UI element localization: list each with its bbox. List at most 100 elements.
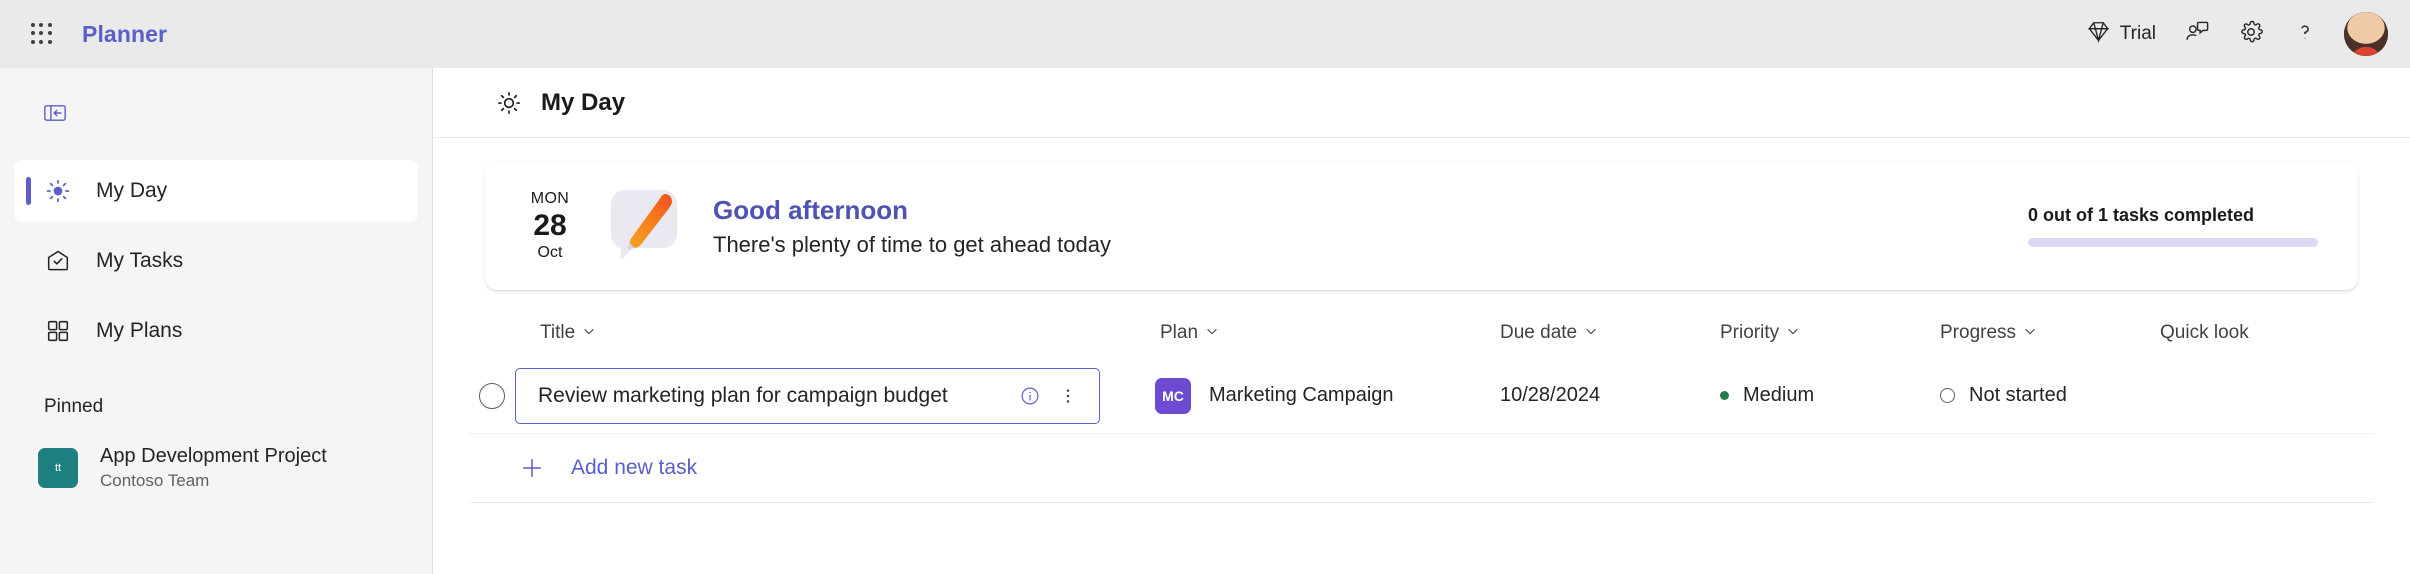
collapse-sidebar-button[interactable] — [28, 88, 82, 142]
table-row[interactable]: Review marketing plan for campaign budge… — [469, 358, 2374, 434]
column-header-label: Due date — [1500, 322, 1578, 343]
sidebar-item-label: My Day — [96, 179, 168, 202]
task-due-date: 10/28/2024 — [1500, 384, 1601, 406]
sidebar-item-my-plans[interactable]: My Plans — [14, 300, 418, 362]
column-header-title-button[interactable]: Title — [540, 322, 1155, 344]
chevron-down-icon — [1205, 322, 1219, 344]
column-header-progress-button[interactable]: Progress — [1940, 322, 2160, 344]
column-header-plan[interactable]: Plan — [1155, 322, 1500, 344]
column-header-label: Quick look — [2160, 322, 2249, 343]
question-mark-icon — [2292, 19, 2318, 50]
progress-circle-icon — [1940, 388, 1955, 403]
sun-icon — [495, 89, 523, 117]
topbar-actions: Trial — [2074, 10, 2388, 58]
pinned-section-title: Pinned — [44, 396, 104, 417]
column-header-label: Progress — [1940, 322, 2017, 343]
settings-button[interactable] — [2226, 10, 2276, 58]
greeting-banner: MON 28 Oct Good afternoon There's plenty… — [485, 162, 2358, 290]
help-button[interactable] — [2280, 10, 2330, 58]
column-header-quick-look: Quick look — [2160, 322, 2360, 344]
column-header-priority-button[interactable]: Priority — [1720, 322, 1940, 344]
task-priority: Medium — [1743, 384, 1815, 406]
task-due-date-cell[interactable]: 10/28/2024 — [1500, 384, 1720, 407]
pinned-plan-subtitle: Contoso Team — [100, 470, 210, 490]
task-title-input[interactable]: Review marketing plan for campaign budge… — [515, 367, 1100, 424]
column-header-due-date-button[interactable]: Due date — [1500, 322, 1720, 344]
chevron-down-icon — [582, 322, 596, 344]
trial-label: Trial — [2119, 23, 2156, 44]
pinned-plan-name: App Development Project — [100, 444, 327, 467]
sidebar-item-my-tasks[interactable]: My Tasks — [14, 230, 418, 292]
task-progress-cell[interactable]: Not started — [1940, 384, 2160, 407]
more-vertical-icon[interactable] — [1049, 377, 1087, 415]
main-content: My Day MON 28 Oct Good afternoon There's… — [433, 68, 2410, 574]
plus-icon — [515, 451, 549, 485]
task-progress: Not started — [1969, 384, 2067, 406]
avatar[interactable] — [2344, 12, 2388, 56]
column-header-title[interactable]: Title — [515, 322, 1155, 344]
sidebar-item-my-day[interactable]: My Day — [14, 160, 418, 222]
task-plan-name: Marketing Campaign — [1209, 384, 1394, 406]
add-new-task-button[interactable]: Add new task — [469, 434, 2374, 502]
app-launcher-button[interactable] — [16, 8, 68, 60]
sidebar: My Day My Tasks My Plans Pinned tt App D… — [0, 68, 433, 574]
greeting-subtitle: There's plenty of time to get ahead toda… — [713, 231, 1111, 257]
priority-dot-icon — [1720, 391, 1729, 400]
column-header-priority[interactable]: Priority — [1720, 322, 1940, 344]
trial-button[interactable]: Trial — [2074, 10, 2168, 58]
gear-icon — [2238, 19, 2264, 50]
app-launcher-grid-icon — [31, 23, 53, 45]
top-bar: Planner Trial — [0, 0, 2410, 68]
chevron-down-icon — [1786, 322, 1800, 344]
task-title-cell: Review marketing plan for campaign budge… — [515, 367, 1155, 424]
column-header-plan-button[interactable]: Plan — [1160, 322, 1500, 344]
diamond-icon — [2086, 19, 2111, 49]
column-header-progress[interactable]: Progress — [1940, 322, 2160, 344]
column-header-label: Priority — [1720, 322, 1780, 343]
chevron-down-icon — [2023, 322, 2037, 344]
tasks-progress-label: 0 out of 1 tasks completed — [2028, 205, 2255, 225]
table-header-row: Title Plan Due date Priority Progress Qu… — [469, 308, 2374, 358]
tasks-progress-block: 0 out of 1 tasks completed — [2028, 205, 2318, 247]
feedback-button[interactable] — [2172, 10, 2222, 58]
sun-icon — [44, 177, 72, 205]
task-title-text: Review marketing plan for campaign budge… — [538, 383, 948, 407]
tasks-progress-bar — [2028, 238, 2318, 247]
greeting-text-block: Good afternoon There's plenty of time to… — [713, 194, 1111, 258]
column-header-label: Plan — [1160, 322, 1199, 343]
pencil-speech-bubble-illustration — [599, 178, 695, 274]
column-header-due-date[interactable]: Due date — [1500, 322, 1720, 344]
table-bottom-divider — [469, 502, 2374, 503]
user-avatar-photo — [2344, 12, 2388, 56]
collapse-panel-icon — [42, 100, 68, 131]
sidebar-item-label: My Tasks — [96, 249, 184, 272]
date-day-of-week: MON — [530, 190, 570, 208]
column-header-label: Title — [540, 322, 576, 343]
page-header: My Day — [433, 68, 2410, 138]
greeting-banner-wrapper: MON 28 Oct Good afternoon There's plenty… — [433, 138, 2410, 290]
person-feedback-icon — [2184, 19, 2210, 50]
task-plan-cell[interactable]: MC Marketing Campaign — [1155, 377, 1500, 414]
active-indicator-bar — [26, 177, 31, 205]
task-table: Title Plan Due date Priority Progress Qu… — [433, 308, 2410, 503]
pinned-plan-item[interactable]: tt App Development Project Contoso Team — [14, 432, 418, 504]
app-brand-title[interactable]: Planner — [82, 21, 167, 48]
page-title: My Day — [541, 88, 626, 116]
app-body: My Day My Tasks My Plans Pinned tt App D… — [0, 68, 2410, 574]
info-circle-icon[interactable] — [1011, 377, 1049, 415]
date-month: Oct — [537, 243, 563, 261]
task-complete-cell — [469, 382, 515, 409]
add-new-task-label: Add new task — [571, 456, 698, 479]
date-day-number: 28 — [533, 209, 567, 243]
task-complete-checkbox[interactable] — [479, 382, 505, 409]
plan-avatar: tt — [38, 448, 78, 488]
envelope-check-icon — [44, 247, 72, 275]
plan-avatar: MC — [1155, 377, 1191, 414]
planner-app: Planner Trial My Day My Tasks My Plans P… — [0, 0, 2410, 574]
grid-squares-icon — [44, 317, 72, 345]
chevron-down-icon — [1584, 322, 1598, 344]
sidebar-item-label: My Plans — [96, 319, 183, 342]
date-block: MON 28 Oct — [515, 190, 585, 261]
pinned-plan-text: App Development Project Contoso Team — [100, 444, 327, 492]
task-priority-cell[interactable]: Medium — [1720, 384, 1940, 407]
